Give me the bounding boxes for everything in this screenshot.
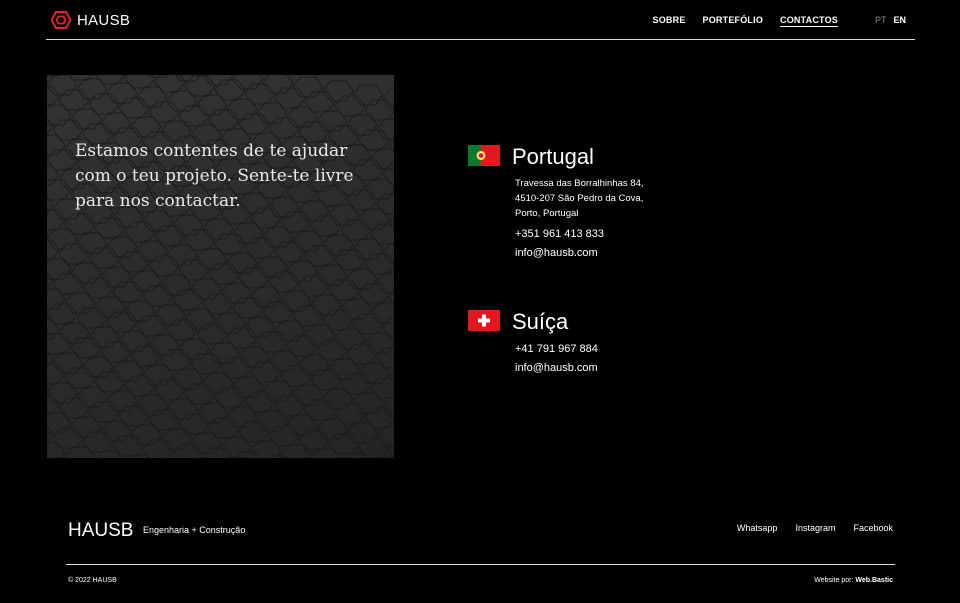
address-line: 4510-207 São Pedro da Cova, xyxy=(515,193,644,204)
footer-tagline: Engenharia + Construção xyxy=(143,525,246,535)
nav-item-contactos[interactable]: CONTACTOS xyxy=(780,15,838,27)
email-portugal[interactable]: info@hausb.com xyxy=(515,247,598,259)
hexagon-tile-pattern xyxy=(47,75,394,458)
copyright: © 2022 HAUSB xyxy=(68,577,117,584)
whatsapp-link[interactable]: Whatsapp xyxy=(737,523,778,533)
hero-text: Estamos contentes de te ajudar com o teu… xyxy=(75,141,354,211)
instagram-link[interactable]: Instagram xyxy=(795,523,835,533)
brand-name: HAUSB xyxy=(77,11,131,29)
country-name-switzerland: Suíça xyxy=(512,309,569,334)
address-line: Travessa das Borralhinhas 84, xyxy=(515,178,644,189)
footer-social-links: Whatsapp Instagram Facebook xyxy=(719,523,893,533)
address-portugal: Travessa das Borralhinhas 84, 4510-207 S… xyxy=(515,176,644,221)
logo-link[interactable]: HAUSB xyxy=(51,11,130,29)
footer-brand[interactable]: HAUSB xyxy=(68,520,133,542)
phone-portugal[interactable]: +351 961 413 833 xyxy=(515,228,604,240)
address-line: Porto, Portugal xyxy=(515,208,579,219)
footer-divider xyxy=(66,564,895,565)
facebook-link[interactable]: Facebook xyxy=(853,523,893,533)
nav-item-portefolio[interactable]: PORTEFÓLIO xyxy=(703,15,764,27)
language-switcher: PT EN xyxy=(868,15,906,25)
hexagon-logo-icon xyxy=(51,11,71,29)
portugal-flag-icon xyxy=(468,145,500,166)
hero-image: Estamos contentes de te ajudar com o teu… xyxy=(47,75,394,458)
lang-en[interactable]: EN xyxy=(893,15,906,25)
website-credit: Website por: Web.Bastic xyxy=(814,577,893,584)
country-name-portugal: Portugal xyxy=(512,144,594,169)
site-header: HAUSB SOBRE PORTEFÓLIO CONTACTOS PT EN xyxy=(46,0,915,40)
credit-link[interactable]: Web.Bastic xyxy=(855,577,893,584)
email-switzerland[interactable]: info@hausb.com xyxy=(515,362,598,374)
lang-pt[interactable]: PT xyxy=(875,15,887,25)
credit-prefix: Website por: xyxy=(814,577,854,584)
main-nav: SOBRE PORTEFÓLIO CONTACTOS xyxy=(636,15,838,27)
nav-item-sobre[interactable]: SOBRE xyxy=(653,15,686,27)
phone-switzerland[interactable]: +41 791 967 884 xyxy=(515,343,598,355)
switzerland-flag-icon xyxy=(468,310,500,331)
